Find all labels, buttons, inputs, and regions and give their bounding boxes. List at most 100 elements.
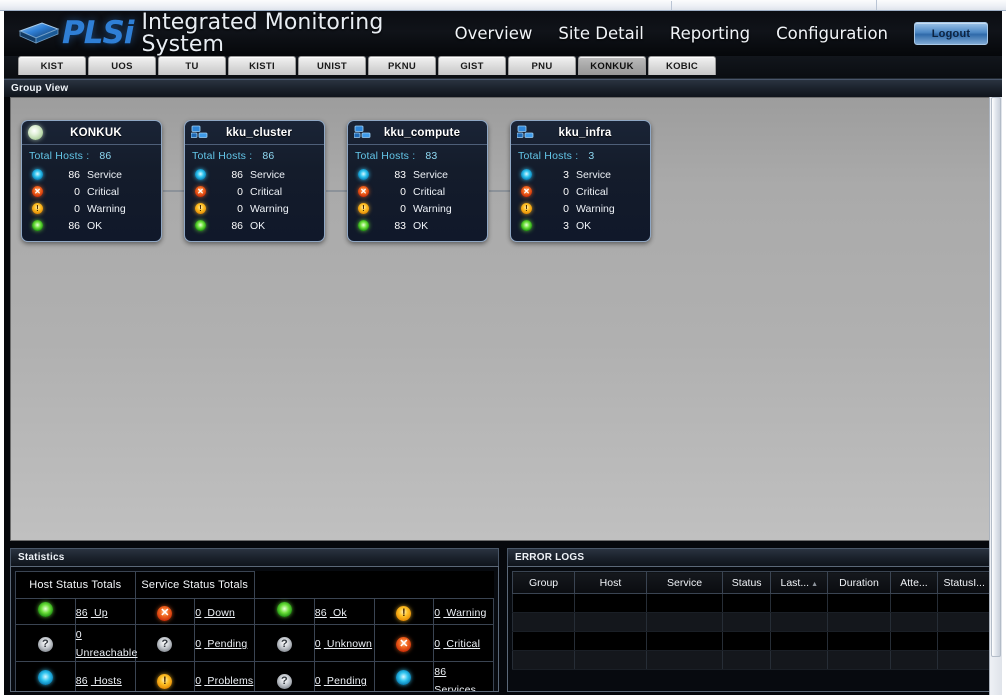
statistics-icon-cell: ? (254, 624, 315, 662)
warning-icon: ! (396, 605, 412, 621)
error-logs-column-host[interactable]: Host (574, 571, 647, 594)
statistics-row: 86 Hosts! 0 Problems? 0 Pending 86 Services (15, 661, 494, 691)
statistics-link[interactable]: 0 Unknown (315, 638, 372, 650)
group-panel-status-count: 3 (563, 219, 569, 232)
group-panel-status-row: ! 0 Warning (358, 200, 479, 217)
nav-item-reporting[interactable]: Reporting (670, 24, 750, 43)
statistics-icon-cell (15, 598, 76, 625)
group-panel-kku_compute[interactable]: kku_compute Total Hosts : 83 83 Service ✕ 0 Cri… (347, 120, 488, 242)
group-panel-title: kku_infra (558, 126, 612, 139)
statistics-link[interactable]: 86 Ok (315, 607, 347, 619)
group-panel-kku_cluster[interactable]: kku_cluster Total Hosts : 86 86 Service ✕ 0 Cri… (184, 120, 325, 242)
unknown-icon: ? (276, 674, 292, 689)
error-logs-column-group[interactable]: Group (511, 571, 576, 594)
statistics-link[interactable]: 0 Problems (195, 675, 253, 687)
site-tab-bar: KIST UOS TU KISTI UNIST PKNU GIST PNU KONKUK KOBI… (4, 56, 1002, 79)
error-logs-title: ERROR LOGS (515, 552, 585, 563)
statistics-link[interactable]: 0 Pending (315, 675, 367, 687)
error-logs-empty-row (511, 650, 991, 670)
nav-item-site-detail[interactable]: Site Detail (558, 24, 644, 43)
group-panel-status-label: OK (250, 219, 266, 232)
critical-icon: ✕ (358, 186, 369, 197)
page-scrollbar-thumb[interactable] (991, 97, 1001, 657)
error-logs-column-status[interactable]: Status (722, 571, 772, 594)
site-tab-kisti[interactable]: KISTI (228, 56, 296, 75)
statistics-link[interactable]: 86 Services (434, 666, 476, 691)
critical-icon: ✕ (396, 637, 412, 652)
statistics-count: 0 (434, 638, 441, 650)
statistics-value-cell: 0 Down (194, 598, 255, 625)
group-panel-status-count: 0 (400, 185, 406, 198)
site-tab-konkuk[interactable]: KONKUK (578, 56, 646, 75)
warning-icon: ! (358, 202, 371, 215)
statistics-link[interactable]: 86 Hosts (76, 675, 122, 687)
service-icon (195, 168, 208, 181)
brand-logo[interactable]: PLSi Integrated Monitoring System (4, 11, 455, 56)
error-logs-cell (827, 650, 891, 670)
site-tab-pnu[interactable]: PNU (508, 56, 576, 75)
error-logs-cell (511, 631, 576, 651)
site-tab-kist[interactable]: KIST (18, 56, 86, 75)
group-panel-status-count: 86 (68, 219, 80, 232)
statistics-link[interactable]: 86 Up (76, 607, 108, 619)
group-panel-title: kku_cluster (225, 126, 293, 139)
error-logs-cell (645, 631, 724, 651)
site-tab-pknu[interactable]: PKNU (368, 56, 436, 75)
group-panel-status-rows: 3 Service ✕ 0 Critical! 0 Warning 3 OK (511, 166, 650, 234)
statistics-icon-cell (15, 661, 76, 691)
logout-button[interactable]: Logout (914, 22, 988, 45)
statistics-icon-cell: ! (373, 598, 435, 625)
group-panel-title: kku_compute (383, 126, 461, 139)
error-logs-column-label: Group (528, 576, 559, 589)
error-logs-cell (827, 631, 891, 651)
statistics-title-bar: Statistics (10, 548, 499, 566)
error-logs-column-statusi[interactable]: StatusI... (937, 571, 991, 594)
nav-item-configuration[interactable]: Configuration (776, 24, 888, 43)
error-logs-column-duration[interactable]: Duration (827, 571, 891, 594)
site-tab-unist[interactable]: UNIST (298, 56, 366, 75)
group-panel-konkuk[interactable]: KONKUK Total Hosts : 86 86 Service ✕ 0 Critical… (21, 120, 162, 242)
error-logs-column-label: Duration (839, 576, 879, 589)
statistics-link[interactable]: 0 Unreachable (76, 629, 138, 659)
error-logs-column-atte[interactable]: Atte... (889, 571, 939, 594)
ok-icon (358, 219, 371, 232)
main-nav: Overview Site Detail Reporting Configura… (455, 22, 1002, 45)
statistics-value-cell: 0 Pending (313, 661, 375, 691)
warning-icon: ! (32, 203, 43, 214)
site-tab-uos[interactable]: UOS (88, 56, 156, 75)
ok-icon (32, 219, 45, 232)
statistics-link[interactable]: 0 Down (195, 607, 235, 619)
service-icon (521, 169, 532, 180)
statistics-link[interactable]: 0 Warning (434, 607, 486, 619)
nav-item-overview[interactable]: Overview (455, 24, 533, 43)
site-tab-gist[interactable]: GIST (438, 56, 506, 75)
error-logs-empty-row (511, 593, 991, 613)
service-icon (32, 169, 43, 180)
ok-icon (195, 219, 208, 232)
error-logs-column-last[interactable]: Last... ▲ (770, 571, 829, 594)
group-panel-status-count: 0 (563, 185, 569, 198)
group-panel-kku_infra[interactable]: kku_infra Total Hosts : 3 3 Service ✕ 0 Critica… (510, 120, 651, 242)
error-logs-cell (574, 631, 647, 651)
warning-icon: ! (358, 203, 369, 214)
statistics-count: 0 (75, 629, 82, 641)
statistics-link[interactable]: 0 Pending (195, 638, 247, 650)
group-panel-status-count: 0 (74, 185, 80, 198)
error-logs-cell (722, 650, 772, 670)
group-panel-status-label: Service (250, 168, 286, 181)
group-panel-status-row: 86 Service (195, 166, 316, 183)
statistics-count: 86 (75, 606, 88, 619)
error-logs-cell (937, 593, 991, 613)
statistics-body: Host Status Totals Service Status Totals… (10, 566, 499, 692)
page-scrollbar[interactable] (989, 97, 1002, 695)
site-tab-tu[interactable]: TU (158, 56, 226, 75)
total-hosts-value: 86 (262, 150, 275, 162)
statistics-label: Unreachable (75, 647, 138, 659)
ok-icon (521, 220, 532, 231)
error-logs-column-service[interactable]: Service (645, 571, 724, 594)
group-panel-status-row: 83 OK (358, 217, 479, 234)
site-tab-kobic[interactable]: KOBIC (648, 56, 716, 75)
error-logs-cell (645, 593, 724, 613)
statistics-link[interactable]: 0 Critical (434, 638, 480, 650)
statistics-icon-cell: ? (134, 624, 196, 662)
